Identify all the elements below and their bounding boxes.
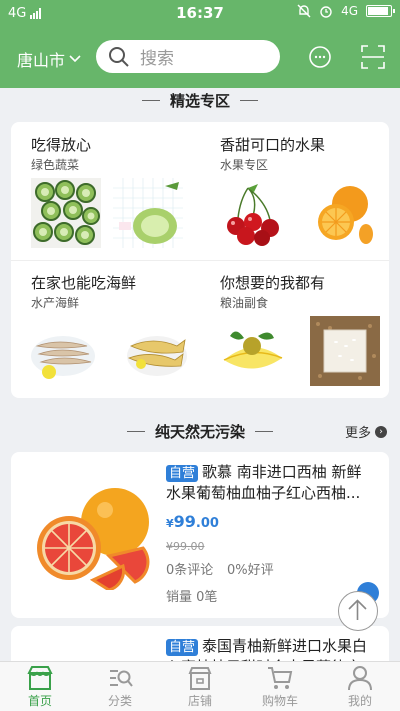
fish-image bbox=[121, 316, 191, 386]
nav-item-home[interactable]: 首页 bbox=[0, 662, 80, 711]
bottom-nav: 首页 分类 店铺 购物车 我的 bbox=[0, 661, 400, 711]
product-card[interactable]: 自营 歌慕 南非进口西柚 新鲜水果葡萄柚血柚子红心西柚... ¥99.00 ¥99… bbox=[11, 452, 389, 618]
home-shop-icon bbox=[27, 666, 53, 690]
status-bar: 4G 16:37 4G bbox=[0, 0, 400, 26]
featured-item-title: 吃得放心 bbox=[31, 136, 92, 154]
review-count: 0条评论 bbox=[166, 563, 214, 578]
scan-icon[interactable] bbox=[358, 42, 388, 72]
cart-icon bbox=[268, 667, 293, 689]
currency-symbol: ¥ bbox=[166, 517, 174, 530]
nav-label: 店铺 bbox=[187, 694, 212, 708]
featured-item-vegetables[interactable]: 吃得放心 绿色蔬菜 bbox=[11, 122, 200, 260]
alarm-icon bbox=[320, 6, 332, 18]
nav-item-store[interactable]: 店铺 bbox=[160, 662, 240, 711]
back-to-top-button[interactable] bbox=[338, 591, 378, 631]
more-label: 更多 bbox=[344, 426, 371, 441]
city-label: 唐山市 bbox=[17, 51, 66, 70]
search-icon bbox=[109, 46, 129, 67]
featured-item-subtitle: 水产海鲜 bbox=[31, 296, 80, 310]
sales-count: 销量 0笔 bbox=[166, 590, 218, 605]
user-icon bbox=[348, 666, 372, 691]
search-input[interactable]: 搜索 bbox=[96, 40, 280, 73]
featured-item-grains[interactable]: 你想要的我都有 粮油副食 bbox=[200, 260, 389, 398]
mute-bell-icon bbox=[297, 4, 311, 18]
nav-label: 我的 bbox=[347, 694, 372, 708]
message-icon[interactable] bbox=[305, 42, 335, 72]
positive-rating: 0%好评 bbox=[227, 563, 274, 578]
nav-item-cart[interactable]: 购物车 bbox=[240, 662, 320, 711]
featured-item-subtitle: 粮油副食 bbox=[220, 296, 269, 310]
nav-label: 分类 bbox=[107, 694, 132, 708]
featured-item-title: 香甜可口的水果 bbox=[220, 136, 326, 154]
oil-image bbox=[218, 316, 288, 386]
arrow-up-icon bbox=[348, 599, 367, 620]
featured-item-subtitle: 水果专区 bbox=[220, 158, 269, 172]
featured-title-text: 精选专区 bbox=[169, 92, 230, 110]
featured-item-fruits[interactable]: 香甜可口的水果 水果专区 bbox=[200, 122, 389, 260]
product-price: ¥99.00 bbox=[166, 512, 219, 531]
status-icons: 4G bbox=[297, 4, 395, 18]
nav-label: 购物车 bbox=[261, 694, 298, 708]
natural-title-text: 纯天然无污染 bbox=[154, 423, 245, 441]
city-selector[interactable]: 唐山市 bbox=[17, 47, 81, 71]
grapefruit-image bbox=[37, 488, 150, 590]
chevron-right-icon: › bbox=[375, 425, 387, 438]
cucumber-image bbox=[31, 178, 101, 248]
orange-image bbox=[310, 178, 380, 248]
cabbage-image bbox=[113, 178, 183, 248]
product-title: 自营 歌慕 南非进口西柚 新鲜水果葡萄柚血柚子红心西柚... bbox=[166, 462, 376, 504]
price-integer: 99 bbox=[173, 512, 196, 531]
battery-icon bbox=[366, 5, 395, 17]
featured-card: 吃得放心 绿色蔬菜 香甜可口的水果 水果专区 在家也能吃海鲜 水产海鲜 你想要的… bbox=[11, 122, 389, 398]
more-link[interactable]: 更多 › bbox=[345, 422, 387, 441]
nav-label: 首页 bbox=[27, 694, 52, 708]
network-right-label: 4G bbox=[341, 4, 358, 18]
featured-item-seafood[interactable]: 在家也能吃海鲜 水产海鲜 bbox=[11, 260, 200, 398]
featured-item-title: 在家也能吃海鲜 bbox=[31, 274, 137, 292]
self-operated-badge: 自营 bbox=[166, 639, 199, 656]
featured-item-subtitle: 绿色蔬菜 bbox=[31, 158, 80, 172]
self-operated-badge: 自营 bbox=[166, 465, 199, 482]
rice-image bbox=[310, 316, 380, 386]
featured-item-title: 你想要的我都有 bbox=[220, 274, 326, 292]
top-header: 4G 16:37 4G 唐山市 搜索 bbox=[0, 0, 400, 88]
cherry-image bbox=[218, 178, 288, 248]
search-placeholder: 搜索 bbox=[140, 49, 174, 69]
shrimp-image bbox=[29, 316, 99, 386]
nav-item-profile[interactable]: 我的 bbox=[320, 662, 400, 711]
featured-section-title: 精选专区 bbox=[0, 90, 400, 111]
natural-section-title: 纯天然无污染 bbox=[0, 421, 400, 442]
store-icon bbox=[188, 667, 212, 690]
category-icon bbox=[110, 670, 133, 687]
price-decimal: .00 bbox=[195, 516, 219, 531]
original-price: ¥99.00 bbox=[166, 540, 205, 553]
nav-item-category[interactable]: 分类 bbox=[80, 662, 160, 711]
chevron-down-icon bbox=[69, 55, 81, 63]
